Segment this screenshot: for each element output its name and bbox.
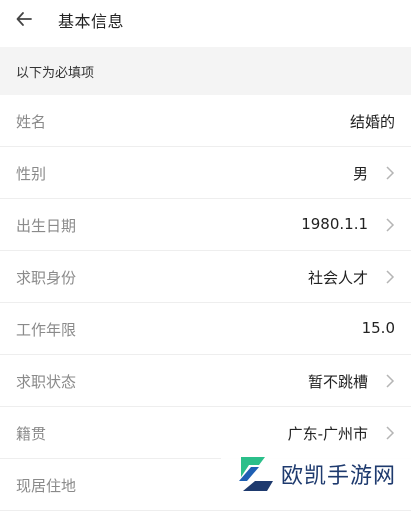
- field-label: 工作年限: [16, 321, 77, 339]
- field-label: 求职身份: [16, 269, 77, 287]
- watermark-logo-icon: [239, 457, 273, 491]
- field-label: 性别: [16, 165, 47, 183]
- chevron-right-icon: [386, 218, 395, 232]
- top-bar: 基本信息: [0, 0, 411, 38]
- chevron-right-icon: [386, 270, 395, 284]
- field-label: 出生日期: [16, 217, 77, 235]
- field-row-job-identity[interactable]: 求职身份 社会人才: [0, 251, 411, 303]
- chevron-right-icon: [386, 426, 395, 440]
- watermark: 欧凯手游网: [221, 448, 411, 500]
- field-row-work-years[interactable]: 工作年限 15.0: [0, 303, 411, 355]
- field-value: 社会人才: [307, 269, 368, 287]
- field-value: 男: [352, 165, 368, 183]
- field-row-name[interactable]: 姓名 结婚的: [0, 95, 411, 147]
- field-label: 籍贯: [16, 425, 47, 443]
- field-value: 暂不跳槽: [307, 373, 368, 391]
- field-value: 广东-广州市: [287, 425, 368, 443]
- field-label: 求职状态: [16, 373, 77, 391]
- field-row-birthdate[interactable]: 出生日期 1980.1.1: [0, 199, 411, 251]
- field-value: 1980.1.1: [301, 215, 368, 233]
- field-row-job-status[interactable]: 求职状态 暂不跳槽: [0, 355, 411, 407]
- field-label: 现居住地: [16, 477, 77, 495]
- chevron-right-icon: [386, 374, 395, 388]
- required-notice: 以下为必填项: [0, 47, 411, 95]
- watermark-text: 欧凯手游网: [281, 464, 397, 489]
- field-label: 姓名: [16, 113, 47, 131]
- field-row-gender[interactable]: 性别 男: [0, 147, 411, 199]
- field-value: 15.0: [361, 319, 395, 337]
- field-value: 结婚的: [349, 113, 395, 131]
- back-arrow-icon[interactable]: [14, 9, 34, 29]
- page-title: 基本信息: [58, 12, 125, 31]
- chevron-right-icon: [386, 166, 395, 180]
- required-notice-text: 以下为必填项: [16, 66, 95, 81]
